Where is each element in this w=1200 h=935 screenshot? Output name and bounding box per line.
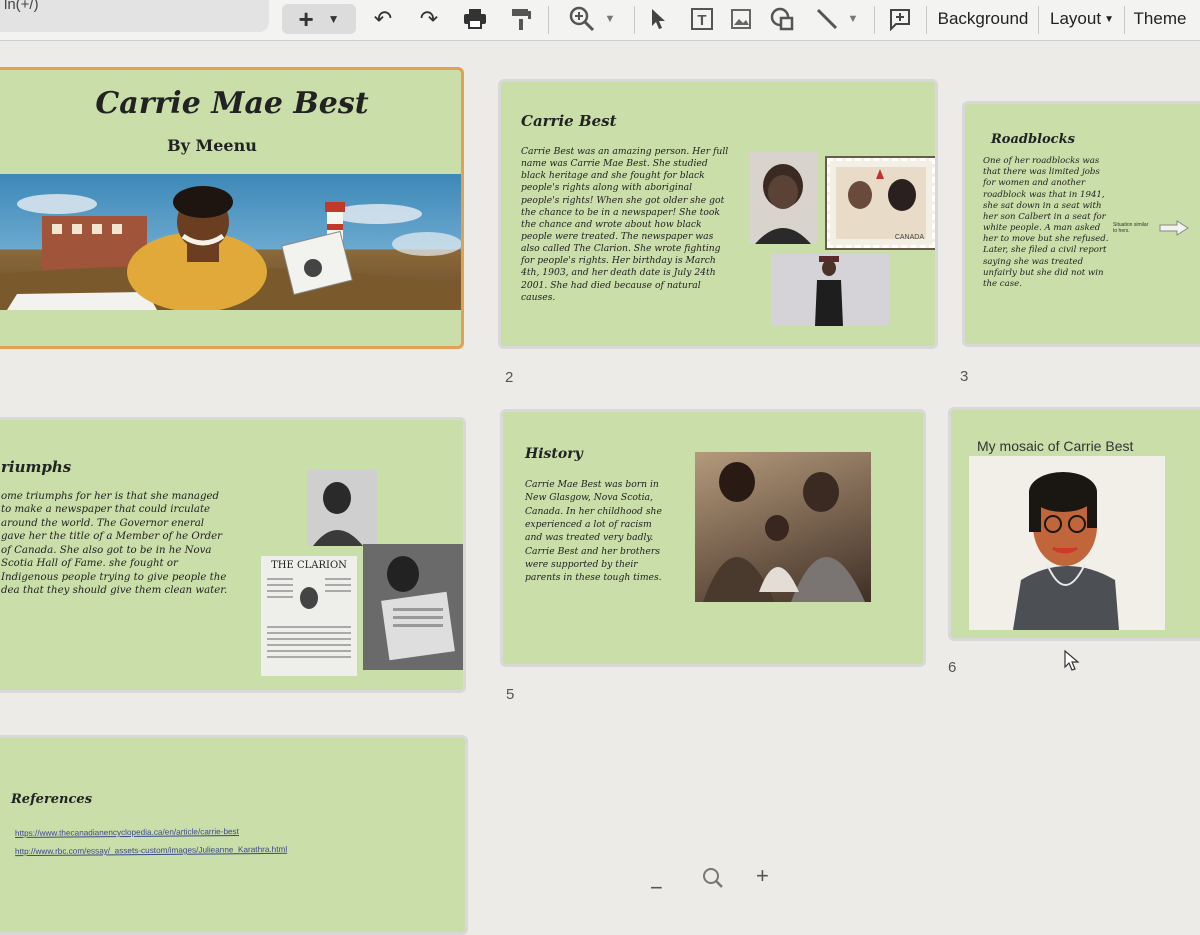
bw-portrait-photo: [307, 470, 377, 546]
image-tool[interactable]: [726, 4, 756, 34]
chevron-down-icon[interactable]: ▼: [328, 12, 340, 26]
theme-button[interactable]: Theme: [1132, 4, 1188, 34]
slide-number: 2: [505, 369, 514, 386]
slide-5-thumbnail[interactable]: History Carrie Mae Best was born in New …: [500, 409, 926, 667]
zoom-in-button[interactable]: +: [756, 863, 769, 889]
zoom-button[interactable]: ▼: [560, 4, 624, 34]
chevron-down-icon[interactable]: ▼: [848, 13, 859, 25]
side-note: Situation similar to hers.: [1113, 222, 1149, 234]
slide-3-thumbnail[interactable]: Roadblocks One of her roadblocks was tha…: [962, 101, 1200, 347]
slide-1-thumbnail[interactable]: Carrie Mae Best By Meenu: [0, 67, 464, 349]
portrait-photo: [749, 152, 817, 244]
slide-title: References: [11, 792, 93, 807]
redo-icon: ↷: [419, 6, 439, 31]
newspaper-masthead: THE CLARION: [271, 560, 347, 571]
google-doodle-image: [0, 174, 461, 310]
undo-button[interactable]: ↶: [366, 4, 400, 34]
slide-4-thumbnail[interactable]: riumphs ome triumphs for her is that she…: [0, 417, 466, 693]
slide-number: 5: [506, 686, 515, 703]
print-button[interactable]: [458, 4, 492, 34]
clarion-newspaper-image: THE CLARION: [261, 556, 357, 676]
chevron-down-icon: ▼: [1104, 13, 1114, 25]
slide-number: 3: [960, 368, 969, 385]
slide-body-text: Carrie Mae Best was born in New Glasgow,…: [525, 479, 662, 584]
zoom-icon[interactable]: [702, 867, 724, 889]
woman-reading-newspaper-photo: [363, 544, 463, 670]
slide-body-text: Carrie Best was an amazing person. Her f…: [521, 146, 729, 303]
text-box-tool[interactable]: T: [686, 4, 718, 34]
zoom-in-icon: [569, 6, 594, 32]
minus-icon: −: [650, 875, 663, 900]
reference-link[interactable]: https://www.thecanadianencyclopedia.ca/e…: [15, 827, 239, 838]
line-icon: [816, 8, 837, 30]
slide-number: 6: [948, 659, 957, 676]
arrow-right-icon: [1159, 220, 1189, 236]
shape-icon: [770, 7, 794, 31]
slide-body-text: ome triumphs for her is that she managed…: [1, 491, 228, 597]
new-slide-button[interactable]: + ▼: [282, 4, 356, 34]
standing-portrait-photo: [771, 254, 889, 326]
stamp-label: CANADA: [894, 234, 924, 241]
slide-7-thumbnail[interactable]: References https://www.thecanadianencycl…: [0, 735, 468, 935]
layout-label: Layout: [1050, 9, 1102, 28]
add-comment-button[interactable]: [884, 4, 916, 34]
undo-icon: ↶: [373, 6, 393, 31]
slide-2-thumbnail[interactable]: Carrie Best Carrie Best was an amazing p…: [498, 79, 938, 349]
slide-title: Roadblocks: [991, 132, 1075, 147]
toolbar: ln(+/) + ▼ ↶ ↷ ▼ T ▼ Background Layout ▼…: [0, 0, 1200, 41]
slide-title: Carrie Best: [521, 112, 617, 130]
plus-icon: +: [756, 863, 769, 888]
shape-tool[interactable]: [766, 4, 798, 34]
line-tool[interactable]: ▼: [808, 4, 864, 34]
slide-body-text: One of her roadblocks was that there was…: [983, 156, 1109, 289]
stamp-image: CANADA: [825, 156, 935, 250]
slide-title: History: [525, 446, 583, 462]
slide-6-thumbnail[interactable]: My mosaic of Carrie Best: [948, 407, 1200, 641]
slide-subtitle: By Meenu: [167, 136, 257, 155]
reference-link[interactable]: http://www.rbc.com/essay/_assets-custom/…: [15, 845, 287, 856]
paint-format-icon: [512, 9, 531, 30]
select-tool[interactable]: [644, 4, 674, 34]
print-icon: [464, 9, 486, 29]
comment-add-icon: [890, 9, 910, 31]
doodle-illustration: [0, 186, 461, 310]
slide-grid-view: Carrie Mae Best By Meenu Carrie Best Car…: [0, 41, 1200, 935]
redo-button[interactable]: ↷: [412, 4, 446, 34]
image-icon: [731, 9, 751, 29]
slide-title: My mosaic of Carrie Best: [977, 438, 1134, 454]
svg-text:T: T: [697, 12, 706, 29]
chevron-down-icon[interactable]: ▼: [605, 13, 616, 25]
cursor-icon: [652, 9, 665, 29]
slide-title: Carrie Mae Best: [95, 86, 369, 121]
layout-button[interactable]: Layout ▼: [1048, 4, 1116, 34]
plus-icon: +: [298, 3, 314, 34]
slide-title: riumphs: [1, 458, 72, 476]
zoom-out-button[interactable]: −: [650, 875, 663, 901]
family-photo: [695, 452, 871, 602]
mosaic-portrait-image: [969, 456, 1165, 630]
background-button[interactable]: Background: [936, 4, 1030, 34]
mouse-cursor-icon: [1064, 650, 1080, 671]
text-box-icon: T: [691, 8, 713, 30]
paint-format-button[interactable]: [504, 4, 538, 34]
menu-fragment[interactable]: ln(+/): [0, 0, 269, 32]
